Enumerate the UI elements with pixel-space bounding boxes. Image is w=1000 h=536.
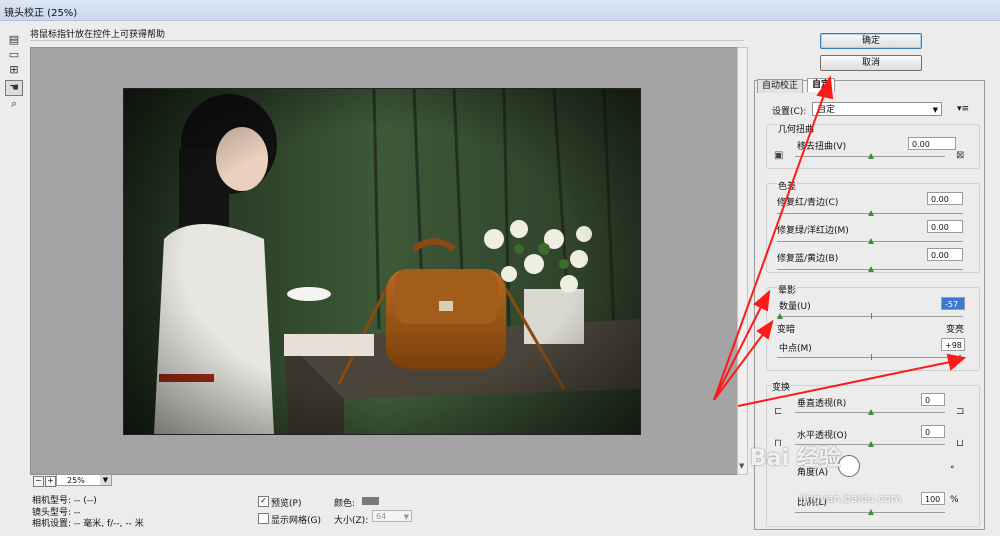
arrow-to-darken xyxy=(713,332,765,401)
arrow-head xyxy=(946,353,967,371)
arrow-to-midpoint xyxy=(737,361,951,407)
arrow-to-custom-tab xyxy=(713,91,826,401)
annotation-arrows xyxy=(713,75,967,407)
arrow-head xyxy=(753,289,771,312)
arrow-head xyxy=(816,75,834,100)
arrow-head xyxy=(756,319,774,340)
arrow-to-vignette-amount xyxy=(713,304,763,401)
